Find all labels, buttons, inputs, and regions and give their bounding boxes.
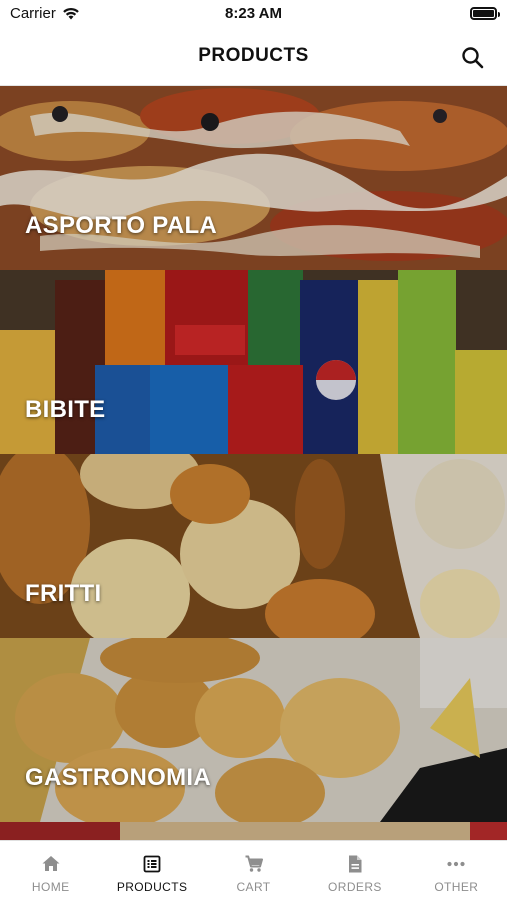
tab-bar: HOME PRODUCTS CART ORDERS OTHER bbox=[0, 840, 507, 900]
category-label: BIBITE bbox=[25, 396, 106, 423]
tab-label: OTHER bbox=[434, 880, 479, 894]
category-label: FRITTI bbox=[25, 580, 102, 607]
home-icon bbox=[42, 856, 60, 871]
category-image bbox=[0, 822, 507, 840]
category-label: GASTRONOMIA bbox=[25, 764, 211, 791]
page-title: PRODUCTS bbox=[198, 45, 309, 66]
drinks-image bbox=[0, 270, 507, 454]
document-icon bbox=[348, 855, 362, 873]
tab-label: PRODUCTS bbox=[116, 880, 188, 894]
more-icon bbox=[447, 861, 465, 867]
tab-home[interactable]: HOME bbox=[0, 841, 101, 900]
battery-icon bbox=[470, 7, 500, 20]
tab-orders[interactable]: ORDERS bbox=[304, 841, 405, 900]
category-tile-gastronomia[interactable]: GASTRONOMIA bbox=[0, 638, 507, 822]
gastronomia-image bbox=[0, 638, 507, 822]
wifi-icon bbox=[63, 7, 79, 20]
category-tile-partial[interactable] bbox=[0, 822, 507, 840]
category-tile-fritti[interactable]: FRITTI bbox=[0, 454, 507, 638]
category-label: ASPORTO PALA bbox=[25, 212, 218, 239]
pizza-image bbox=[0, 86, 507, 270]
tab-cart[interactable]: CART bbox=[203, 841, 304, 900]
tab-label: CART bbox=[236, 880, 271, 894]
tab-other[interactable]: OTHER bbox=[406, 841, 507, 900]
carrier-label: Carrier bbox=[10, 5, 56, 22]
status-bar: Carrier 8:23 AM bbox=[0, 0, 507, 30]
navigation-bar: PRODUCTS bbox=[0, 30, 507, 86]
carrier-indicator: Carrier bbox=[10, 5, 80, 22]
category-tile-bibite[interactable]: BIBITE bbox=[0, 270, 507, 454]
tab-label: HOME bbox=[31, 880, 70, 894]
tab-label: ORDERS bbox=[328, 880, 382, 894]
category-tile-asporto-pala[interactable]: ASPORTO PALA bbox=[0, 86, 507, 270]
cart-icon bbox=[245, 855, 263, 872]
list-icon bbox=[143, 855, 161, 873]
search-icon[interactable] bbox=[459, 44, 487, 72]
tab-products[interactable]: PRODUCTS bbox=[101, 841, 202, 900]
category-list: ASPORTO PALA BIBITE FRITTI GASTRONOMIA bbox=[0, 86, 507, 840]
fried-food-image bbox=[0, 454, 507, 638]
